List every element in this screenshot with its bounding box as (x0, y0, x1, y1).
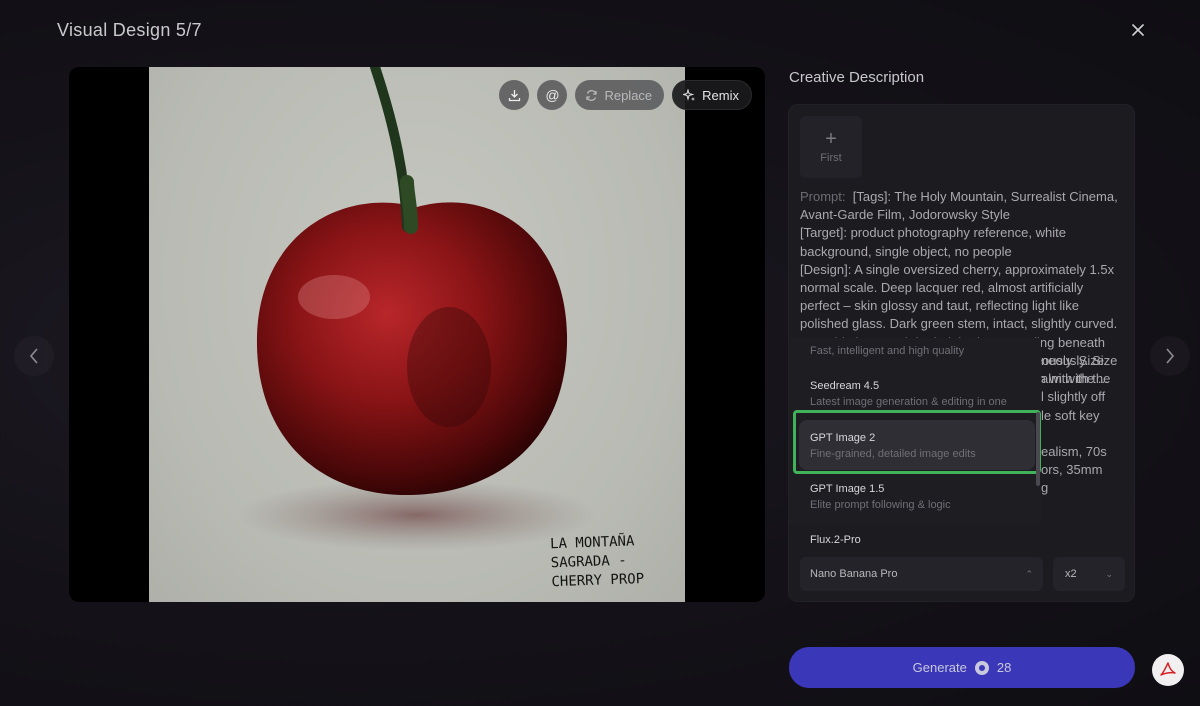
replace-button[interactable]: Replace (575, 80, 665, 110)
model-select-value: Nano Banana Pro (810, 568, 898, 580)
chevron-down-icon: ⌄ (1105, 568, 1113, 579)
model-option-gpt-image-1-5[interactable]: GPT Image 1.5 Elite prompt following & l… (799, 473, 1035, 523)
chevron-right-icon (1166, 348, 1175, 364)
model-name: Seedream 4.5 (810, 380, 880, 392)
replace-label: Replace (604, 87, 653, 103)
prompt-fragment: neously. Size (1041, 353, 1118, 368)
plus-icon: + (825, 128, 837, 150)
handwritten-note: LA MONTAÑA SAGRADA - CHERRY PROP (550, 531, 680, 602)
remix-label: Remix (702, 87, 739, 103)
image-count-select[interactable]: x2 ⌄ (1053, 557, 1125, 591)
download-button[interactable] (499, 80, 530, 110)
refresh-icon (586, 89, 598, 101)
credit-cost: 28 (996, 660, 1012, 675)
dropdown-scrollbar[interactable] (1036, 412, 1040, 486)
first-frame-upload[interactable]: + First (800, 116, 862, 178)
image-viewer: LA MONTAÑA SAGRADA - CHERRY PROP @ Repla… (69, 67, 765, 602)
model-option-flux-2-pro[interactable]: Flux.2-Pro (799, 525, 1035, 555)
prompt-fragment: alm with the (1041, 371, 1111, 387)
model-desc-partial: Fast, intelligent and high quality (810, 345, 965, 357)
previous-image-button[interactable] (14, 336, 54, 376)
image-count-value: x2 (1065, 568, 1077, 580)
note-line: CHERRY PROP (551, 570, 645, 591)
model-desc: Fine-grained, detailed image edits (810, 448, 976, 460)
generated-image: LA MONTAÑA SAGRADA - CHERRY PROP (149, 67, 685, 602)
model-option-seedream-4-5[interactable]: Seedream 4.5 Latest image generation & e… (799, 368, 1035, 418)
model-desc: Latest image generation & editing in one (810, 396, 1007, 408)
next-image-button[interactable] (1150, 336, 1190, 376)
image-toolbar: @ Replace Remix (499, 80, 752, 110)
prompt-fragment: ealism, 70s (1041, 444, 1107, 459)
close-button[interactable] (1128, 21, 1148, 41)
panel-title: Creative Description (789, 69, 925, 86)
model-name: Flux.2-Pro (810, 534, 861, 546)
close-icon (1132, 24, 1144, 36)
prompt-label: Prompt: (800, 189, 846, 204)
model-desc: Elite prompt following & logic (810, 499, 951, 511)
model-option-gpt-image-2[interactable]: GPT Image 2 Fine-grained, detailed image… (799, 420, 1035, 470)
cherry-illustration (237, 67, 597, 551)
credit-icon (974, 660, 989, 675)
remix-button[interactable]: Remix (672, 80, 752, 110)
generate-button[interactable]: Generate 28 (789, 647, 1135, 688)
prompt-fragment: l slightly off (1041, 389, 1106, 405)
model-dropdown-menu: Fast, intelligent and high quality Seedr… (789, 338, 1041, 524)
at-icon: @ (545, 87, 560, 103)
acrobat-button[interactable] (1152, 654, 1184, 686)
modal-title: Visual Design 5/7 (57, 20, 202, 40)
mention-button[interactable]: @ (537, 80, 568, 110)
prompt-fragment: g (1041, 480, 1049, 496)
chevron-left-icon (29, 348, 38, 364)
model-name: GPT Image 2 (810, 432, 876, 444)
generate-label: Generate (912, 660, 967, 675)
model-name: GPT Image 1.5 (810, 483, 885, 495)
first-frame-label: First (820, 152, 842, 164)
creative-description-panel: + First Prompt: [Tags]: The Holy Mountai… (788, 104, 1135, 602)
download-icon (508, 89, 521, 101)
sparkle-icon (683, 88, 696, 101)
acrobat-icon (1160, 662, 1176, 676)
model-select[interactable]: Nano Banana Pro ⌃ (800, 557, 1043, 591)
prompt-fragment: ors, 35mm (1041, 462, 1103, 478)
prompt-overflow-fragments: neously. Size alm with the l slightly of… (1041, 352, 1131, 498)
chevron-up-icon: ⌃ (1025, 568, 1033, 579)
prompt-fragment: le soft key (1041, 407, 1100, 423)
